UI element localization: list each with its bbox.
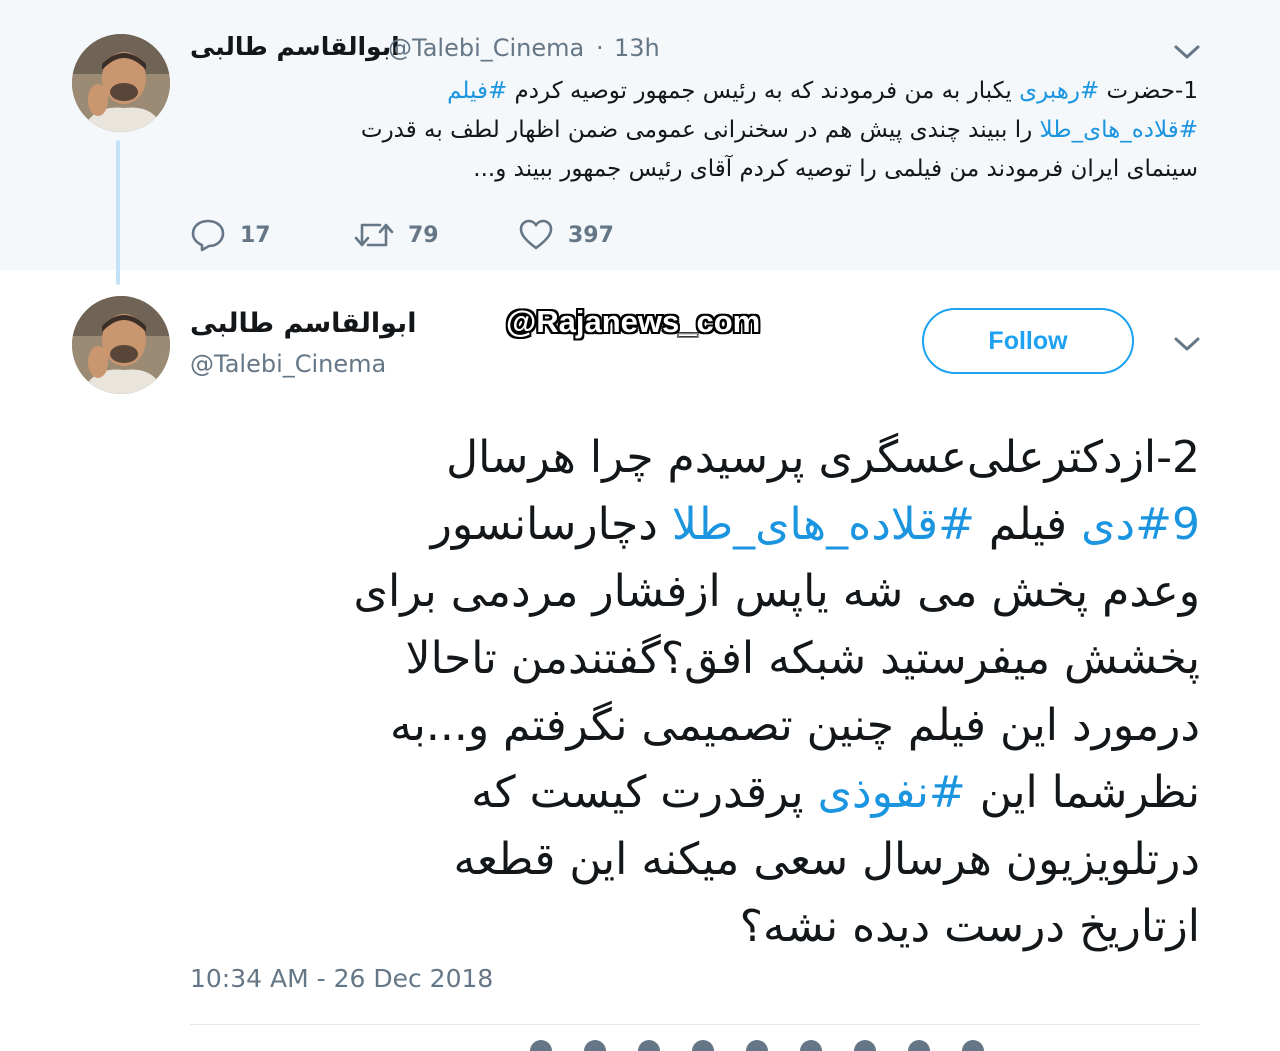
- chevron-down-icon[interactable]: [1172, 42, 1202, 62]
- tweet-text-segment: پخشش میفرستید شبکه افق؟گفتندمن تاحالا: [405, 633, 1200, 684]
- chevron-down-icon[interactable]: [1172, 334, 1202, 354]
- avatar[interactable]: [72, 34, 170, 132]
- hashtag-link[interactable]: #رهبری: [1019, 78, 1099, 104]
- tweet-text-segment: فیلم: [974, 499, 1082, 550]
- tweet-time[interactable]: 13h: [614, 34, 660, 62]
- author-name[interactable]: ابوالقاسم طالبی: [190, 32, 400, 61]
- tweet-text-segment: پرقدرت کیست که: [471, 767, 818, 818]
- tweet-text-line: 1-حضرت #رهبری یکبار به من فرمودند که به …: [190, 72, 1198, 111]
- tweet-text-line: درتلویزیون هرسال سعی میکنه این قطعه: [180, 826, 1200, 893]
- tweet-text-segment: سینمای ایران فرمودند من فیلمی را توصیه ک…: [473, 156, 1198, 182]
- author-handle[interactable]: @Talebi_Cinema: [190, 350, 386, 378]
- tweet-text-line: نظرشما این #نفوذی پرقدرت کیست که: [180, 759, 1200, 826]
- avatar[interactable]: [72, 296, 170, 394]
- tweet-text-segment: یکبار به من فرمودند که به رئیس جمهور توص…: [507, 78, 1020, 104]
- like-count: 397: [568, 222, 614, 248]
- tweet-timestamp[interactable]: 10:34 AM - 26 Dec 2018: [190, 964, 493, 993]
- tweet-text-segment: ازتاریخ درست دیده نشه؟: [739, 901, 1200, 952]
- watermark: @Rajanews_com: [506, 304, 761, 339]
- tweet-text: 2-ازدکترعلی‌عسگری پرسیدم چرا هرسال #9دی ف…: [180, 424, 1200, 960]
- tweet-text: 1-حضرت #رهبری یکبار به من فرمودند که به …: [190, 72, 1198, 189]
- hashtag-link[interactable]: #قلاده_های_طلا: [672, 499, 975, 550]
- tweet-text-segment: دچارسانسور: [430, 499, 672, 550]
- tweet-text-line: #9دی فیلم #قلاده_های_طلا دچارسانسور: [180, 491, 1200, 558]
- reply-count: 17: [240, 222, 271, 248]
- hashtag-link[interactable]: #9دی: [1081, 499, 1200, 550]
- divider: [190, 1024, 1200, 1025]
- thread-line: [116, 140, 120, 285]
- retweet-count: 79: [408, 222, 439, 248]
- tweet-text-line: وعدم پخش می شه یاپس ازفشار مردمی برای: [180, 558, 1200, 625]
- tweet-text-segment: درمورد این فیلم چنین تصمیمی نگرفتم و...ب…: [390, 700, 1200, 751]
- tweet-text-line: #قلاده_های_طلا را ببیند چندی پیش هم در س…: [190, 111, 1198, 150]
- author-name[interactable]: ابوالقاسم طالبی: [190, 308, 416, 339]
- tweet-text-line: پخشش میفرستید شبکه افق؟گفتندمن تاحالا: [180, 625, 1200, 692]
- hashtag-link[interactable]: #نفوذی: [818, 767, 966, 818]
- separator-dot: ·: [596, 34, 604, 62]
- reply-icon: [191, 219, 225, 252]
- hashtag-link[interactable]: #فیلم: [447, 78, 507, 104]
- retweet-button[interactable]: 79: [354, 218, 439, 252]
- tweet-text-segment: درتلویزیون هرسال سعی میکنه این قطعه: [453, 834, 1200, 885]
- hashtag-link[interactable]: #قلاده_های_طلا: [1040, 117, 1198, 143]
- like-button[interactable]: 397: [518, 218, 614, 252]
- tweet-text-line: سینمای ایران فرمودند من فیلمی را توصیه ک…: [190, 150, 1198, 189]
- retweet-icon: [354, 223, 394, 247]
- parent-tweet[interactable]: ابوالقاسم طالبی @Talebi_Cinema · 13h 1-ح…: [0, 0, 1280, 270]
- heart-icon: [519, 219, 553, 250]
- tweet-text-line: 2-ازدکترعلی‌عسگری پرسیدم چرا هرسال: [180, 424, 1200, 491]
- tweet-text-line: ازتاریخ درست دیده نشه؟: [180, 893, 1200, 960]
- tweet-text-segment: نظرشما این: [965, 767, 1200, 818]
- tweet-text-segment: 2-ازدکترعلی‌عسگری پرسیدم چرا هرسال: [446, 432, 1200, 483]
- tweet-text-segment: 1-حضرت: [1099, 78, 1198, 104]
- stats-row: [530, 1040, 1050, 1051]
- follow-button[interactable]: Follow: [922, 308, 1134, 374]
- tweet-text-line: درمورد این فیلم چنین تصمیمی نگرفتم و...ب…: [180, 692, 1200, 759]
- tweet-text-segment: وعدم پخش می شه یاپس ازفشار مردمی برای: [353, 566, 1200, 617]
- author-handle[interactable]: @Talebi_Cinema: [388, 34, 584, 62]
- reply-button[interactable]: 17: [190, 218, 271, 252]
- tweet-text-segment: را ببیند چندی پیش هم در سخنرانی عمومی ضم…: [360, 117, 1040, 143]
